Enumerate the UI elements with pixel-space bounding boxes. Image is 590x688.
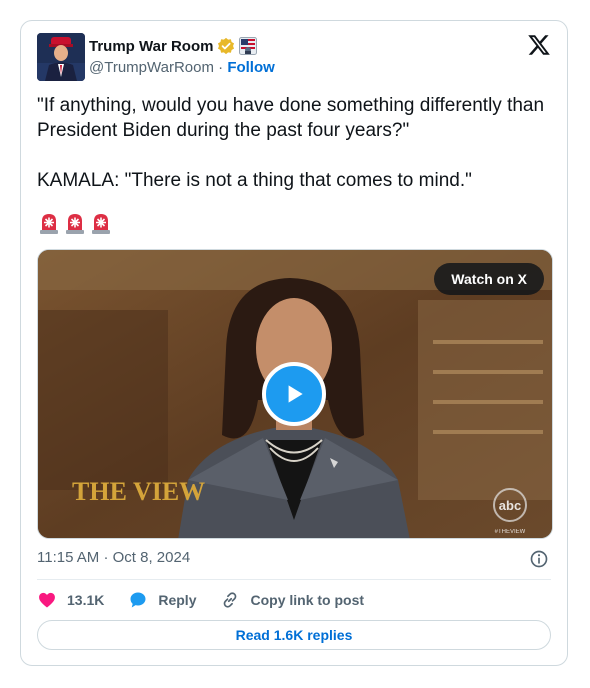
post-date[interactable]: Oct 8, 2024	[113, 549, 191, 566]
rotating-light-emoji-icon	[40, 214, 58, 234]
info-icon[interactable]	[529, 549, 549, 569]
handle-separator: ·	[218, 59, 224, 76]
gold-verified-badge-icon	[218, 37, 235, 55]
read-replies-button[interactable]: Read 1.6K replies	[37, 620, 551, 650]
follow-button[interactable]: Follow	[227, 59, 275, 76]
like-count: 13.1K	[67, 592, 105, 608]
x-logo-icon[interactable]	[527, 33, 551, 57]
network-logo: abc	[499, 498, 521, 513]
post-timestamp[interactable]: 11:15 AM · Oct 8, 2024	[37, 549, 190, 566]
reply-bubble-icon	[130, 592, 146, 608]
network-watermark: #THEVIEW	[495, 529, 526, 535]
author-handle[interactable]: @TrumpWarRoom	[89, 59, 214, 76]
link-icon	[224, 592, 237, 608]
post-time[interactable]: 11:15 AM	[37, 549, 99, 566]
action-bar: 13.1K Reply Copy link to post	[37, 589, 388, 611]
emoji-row	[37, 211, 113, 235]
video-player[interactable]: THE VIEW abc #THEVIEW Watch on X	[37, 249, 553, 539]
author-handle-row: @TrumpWarRoom · Follow	[89, 59, 275, 76]
timestamp-separator: ·	[103, 549, 109, 566]
reply-button[interactable]: Reply	[128, 590, 196, 610]
avatar-photo	[37, 33, 85, 81]
rotating-light-emoji-icon	[66, 214, 84, 234]
like-button[interactable]: 13.1K	[37, 590, 104, 610]
tweet-card: Trump War Room @TrumpWarRoom · Follow "I…	[20, 20, 568, 666]
play-button[interactable]	[262, 362, 326, 426]
author-display-name[interactable]: Trump War Room	[89, 38, 213, 55]
heart-icon	[39, 592, 55, 608]
reply-label: Reply	[158, 592, 197, 608]
watch-on-x-button[interactable]: Watch on X	[434, 263, 544, 295]
avatar[interactable]	[37, 33, 85, 81]
affiliate-badge-icon[interactable]	[239, 37, 258, 55]
rotating-light-emoji-icon	[92, 214, 110, 234]
copy-link-button[interactable]: Copy link to post	[220, 590, 364, 610]
play-icon	[288, 385, 303, 403]
divider	[37, 579, 551, 580]
author-name-row[interactable]: Trump War Room	[89, 37, 258, 55]
show-logo: THE VIEW	[72, 477, 205, 506]
tweet-text: "If anything, would you have done someth…	[37, 95, 545, 191]
copy-link-label: Copy link to post	[250, 592, 365, 608]
